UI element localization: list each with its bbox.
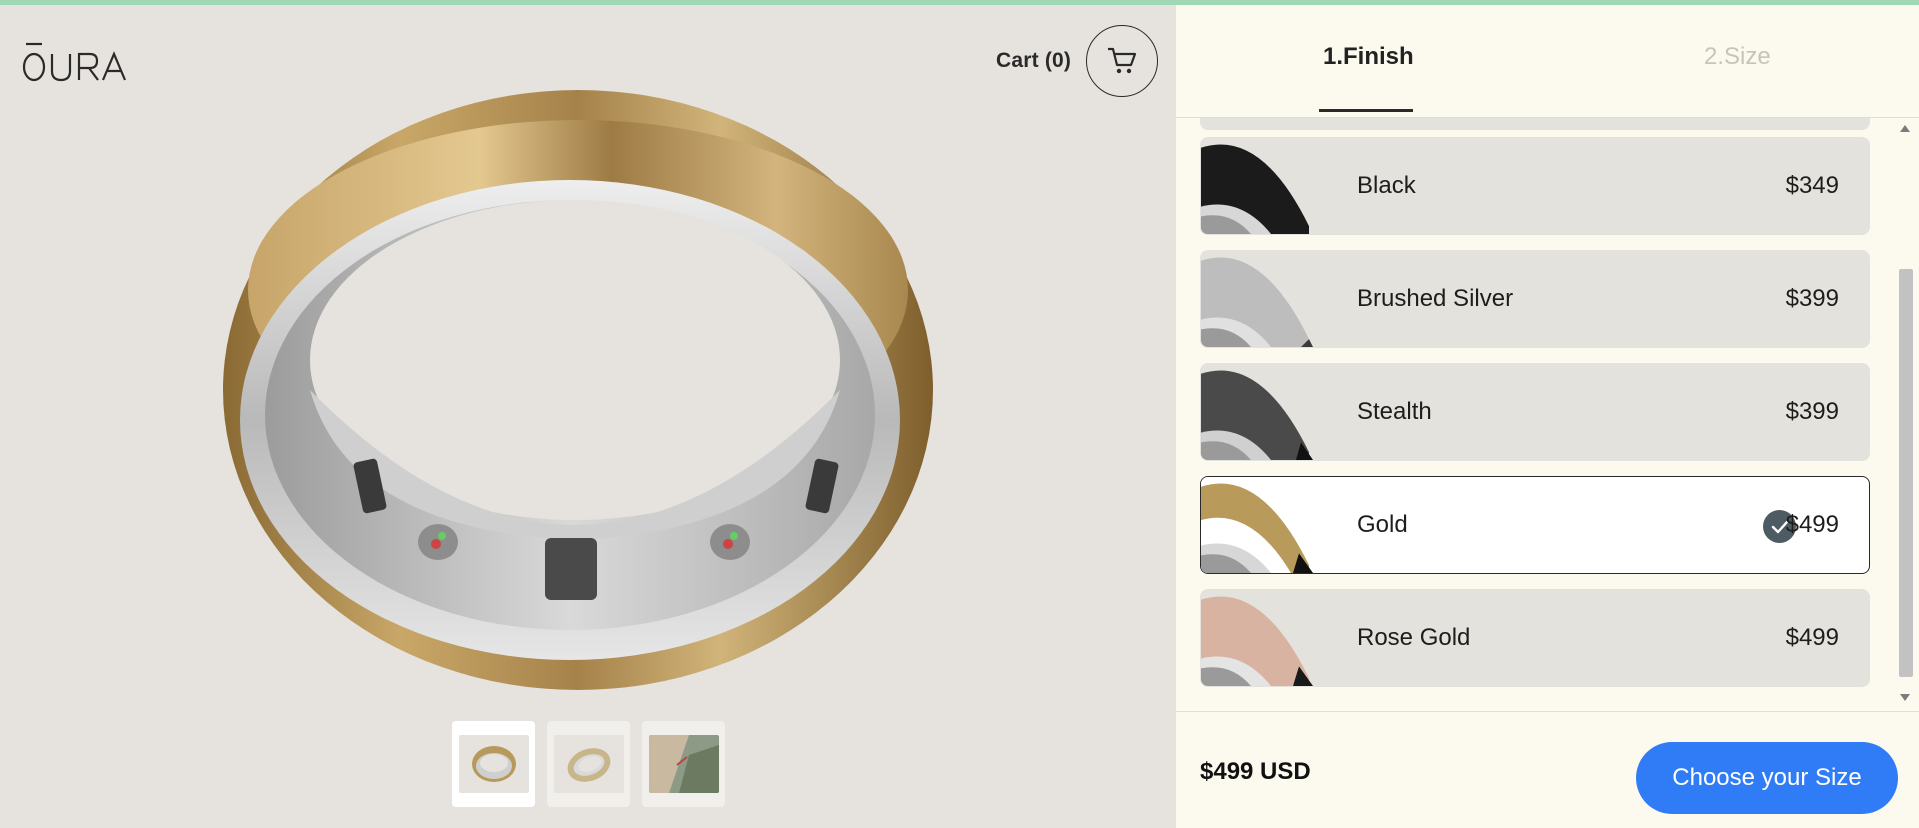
brushed-silver-ring-swatch [1201, 251, 1313, 347]
finish-price: $399 [1785, 285, 1839, 312]
finish-name: Black [1357, 172, 1416, 199]
black-ring-swatch [1201, 138, 1313, 234]
tab-size[interactable]: 2.Size [1704, 43, 1771, 71]
finish-price: $399 [1785, 398, 1839, 425]
scroll-down-arrow-icon[interactable] [1900, 694, 1910, 701]
scrollbar-thumb[interactable] [1899, 269, 1913, 677]
active-tab-indicator [1319, 109, 1413, 112]
thumbnail-strip [452, 721, 725, 807]
rose-gold-ring-swatch [1201, 590, 1313, 686]
finish-price: $349 [1785, 172, 1839, 199]
finish-option-rose-gold[interactable]: Rose Gold $499 [1200, 589, 1870, 687]
thumbnail-image [458, 735, 529, 793]
stealth-ring-swatch [1201, 364, 1313, 460]
oura-logo[interactable] [22, 41, 146, 87]
finish-option-stealth[interactable]: Stealth $399 [1200, 363, 1870, 461]
product-hero-image [200, 60, 960, 700]
finish-list-scrollbar[interactable] [1896, 117, 1916, 709]
gold-ring-illustration [223, 90, 933, 690]
checkout-footer: $499 USD Choose your Size [1176, 711, 1919, 828]
finish-name: Brushed Silver [1357, 285, 1514, 312]
thumbnail-ring-front[interactable] [452, 721, 535, 807]
finish-list: Black $349 Brushed Silver $399 Stealth $… [1176, 117, 1919, 709]
list-item-partial[interactable] [1200, 118, 1870, 130]
finish-name: Rose Gold [1357, 624, 1471, 651]
cart-button[interactable] [1086, 25, 1158, 97]
finish-name: Gold [1357, 511, 1408, 538]
cart-label[interactable]: Cart (0) [996, 49, 1071, 73]
configurator-panel: 1.Finish 2.Size Black $349 Brushed Silve… [1176, 5, 1919, 828]
tab-finish[interactable]: 1.Finish [1323, 43, 1414, 71]
thumbnail-ring-side[interactable] [547, 721, 630, 807]
cart-icon [1108, 47, 1137, 74]
finish-price: $499 [1785, 624, 1839, 651]
thumbnail-lifestyle[interactable] [642, 721, 725, 807]
finish-option-black[interactable]: Black $349 [1200, 137, 1870, 235]
oura-logo-mark [22, 42, 127, 82]
thumbnail-image [553, 735, 624, 793]
scroll-up-arrow-icon[interactable] [1900, 125, 1910, 132]
step-tabs: 1.Finish 2.Size [1176, 5, 1919, 117]
finish-price: $499 [1785, 511, 1839, 538]
gold-ring-swatch [1201, 477, 1313, 573]
finish-option-brushed-silver[interactable]: Brushed Silver $399 [1200, 250, 1870, 348]
finish-name: Stealth [1357, 398, 1432, 425]
finish-option-gold[interactable]: Gold $499 [1200, 476, 1870, 574]
thumbnail-image [648, 735, 719, 793]
product-viewer: Cart (0) [0, 5, 1176, 828]
choose-size-button[interactable]: Choose your Size [1636, 742, 1898, 814]
total-price: $499 USD [1200, 758, 1311, 785]
